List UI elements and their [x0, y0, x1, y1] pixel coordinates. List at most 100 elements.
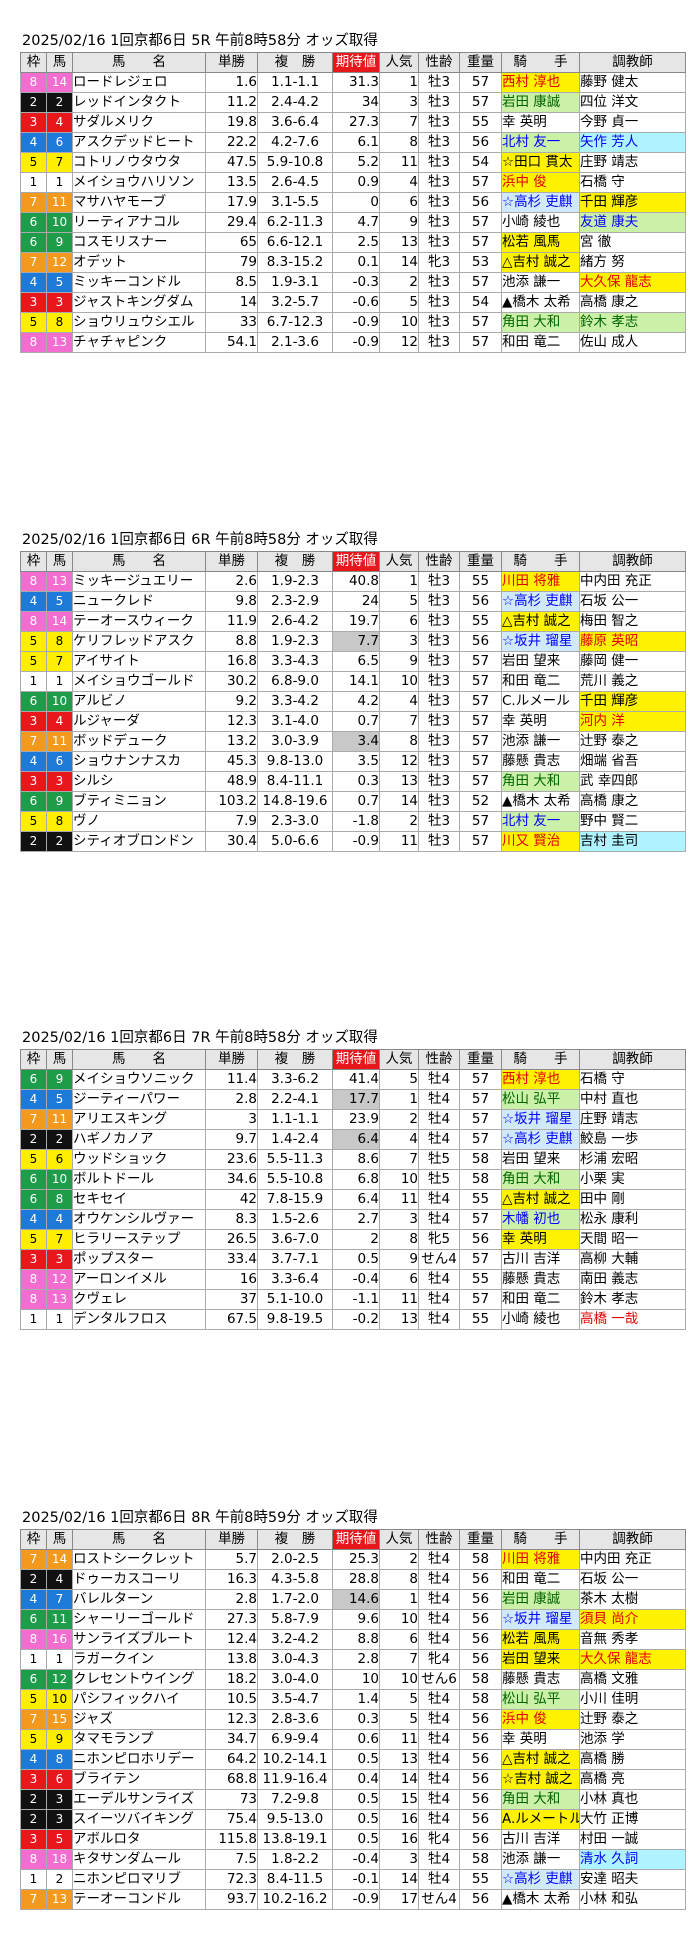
waku-cell: 8 [20, 571, 47, 592]
column-header: 枠 [20, 1529, 47, 1550]
trainer-cell: 鮫島 一歩 [579, 1129, 686, 1150]
win-odds-cell: 13.2 [205, 731, 258, 752]
popularity-cell: 4 [379, 1129, 419, 1150]
column-header: 馬 名 [72, 551, 206, 572]
column-header: 馬 名 [72, 52, 206, 73]
horse-name-cell: メイショウソニック [72, 1069, 206, 1090]
place-odds-cell: 8.3-15.2 [257, 252, 333, 273]
sex-age-cell: 牡4 [418, 1729, 460, 1750]
sex-age-cell: 牡3 [418, 72, 460, 93]
place-odds-cell: 3.0-4.0 [257, 1669, 333, 1690]
horse-number-cell: 4 [46, 1209, 73, 1230]
sex-age-cell: 牡3 [418, 751, 460, 772]
place-odds-cell: 5.1-10.0 [257, 1289, 333, 1310]
horse-number-cell: 6 [46, 1769, 73, 1790]
horse-name-cell: クヴェレ [72, 1289, 206, 1310]
place-odds-cell: 5.5-11.3 [257, 1149, 333, 1170]
jockey-cell: 木幡 初也 [501, 1209, 580, 1230]
horse-number-cell: 2 [46, 1129, 73, 1150]
weight-cell: 55 [459, 611, 502, 632]
win-odds-cell: 7.9 [205, 811, 258, 832]
win-odds-cell: 93.7 [205, 1889, 258, 1910]
trainer-cell: 武 幸四郎 [579, 771, 686, 792]
weight-cell: 56 [459, 1569, 502, 1590]
popularity-cell: 5 [379, 591, 419, 612]
horse-name-cell: ドゥーカスコーリ [72, 1569, 206, 1590]
jockey-cell: 池添 謙一 [501, 731, 580, 752]
table-row: 6 10 リーティアナコル 29.4 6.2-11.3 4.7 9 牡3 57 小崎 綾也 友道 康… [20, 212, 686, 233]
sex-age-cell: 牡3 [418, 232, 460, 253]
place-odds-cell: 2.3-2.9 [257, 591, 333, 612]
waku-cell: 6 [20, 1669, 47, 1690]
trainer-cell: 村田 一誠 [579, 1829, 686, 1850]
place-odds-cell: 14.8-19.6 [257, 791, 333, 812]
weight-cell: 55 [459, 1269, 502, 1290]
horse-name-cell: ポップスター [72, 1249, 206, 1270]
jockey-cell: ☆高杉 吏麒 [501, 1129, 580, 1150]
column-header: 重量 [459, 551, 502, 572]
waku-cell: 5 [20, 1149, 47, 1170]
column-header: 性齢 [418, 52, 460, 73]
weight-cell: 58 [459, 1149, 502, 1170]
win-odds-cell: 8.5 [205, 272, 258, 293]
jockey-cell: ☆坂井 瑠星 [501, 1109, 580, 1130]
table-row: 2 3 スイーツバイキング 75.4 9.5-13.0 0.5 16 牡4 56 A.ルメートル大… [20, 1809, 686, 1830]
expected-value-cell: 2.7 [332, 1209, 380, 1230]
jockey-cell: 和田 竜二 [501, 671, 580, 692]
trainer-cell: 南田 義志 [579, 1269, 686, 1290]
horse-name-cell: パシフィックハイ [72, 1689, 206, 1710]
horse-name-cell: オデット [72, 252, 206, 273]
horse-name-cell: ジャストキングダム [72, 292, 206, 313]
column-header: 性齢 [418, 1529, 460, 1550]
trainer-cell: 大久保 龍志 [579, 272, 686, 293]
win-odds-cell: 8.3 [205, 1209, 258, 1230]
table-row: 5 8 ショウリュウシエル 33 6.7-12.3 -0.9 10 牡3 57 角田 大和 鈴木 孝… [20, 312, 686, 333]
jockey-cell: 小崎 綾也 [501, 1309, 580, 1330]
place-odds-cell: 11.9-16.4 [257, 1769, 333, 1790]
waku-cell: 7 [20, 1889, 47, 1910]
table-row: 5 8 ヴノ 7.9 2.3-3.0 -1.8 2 牡3 57 北村 友一 野中 賢二 [20, 811, 686, 832]
sex-age-cell: 牡4 [418, 1849, 460, 1870]
horse-name-cell: テーオーコンドル [72, 1889, 206, 1910]
popularity-cell: 13 [379, 232, 419, 253]
expected-value-cell: -0.9 [332, 1889, 380, 1910]
table-header-row: 枠馬馬 名単勝複 勝期待値 人気 性齢 重量騎 手調教師 [20, 52, 686, 73]
trainer-cell: 中内田 充正 [579, 571, 686, 592]
trainer-cell: 辻野 泰之 [579, 1709, 686, 1730]
waku-cell: 4 [20, 1749, 47, 1770]
win-odds-cell: 12.3 [205, 1709, 258, 1730]
horse-name-cell: マサハヤモーブ [72, 192, 206, 213]
popularity-cell: 12 [379, 751, 419, 772]
waku-cell: 5 [20, 631, 47, 652]
jockey-cell: 古川 吉洋 [501, 1249, 580, 1270]
trainer-cell: 佐山 成人 [579, 332, 686, 353]
expected-value-cell: 0.3 [332, 771, 380, 792]
horse-name-cell: ボルトドール [72, 1169, 206, 1190]
table-row: 8 14 テーオースウィーク 11.9 2.6-4.2 19.7 6 牡3 55 △吉村 誠之 梅田… [20, 611, 686, 632]
jockey-cell: 岩田 望来 [501, 1149, 580, 1170]
popularity-cell: 8 [379, 1229, 419, 1250]
horse-number-cell: 3 [46, 1789, 73, 1810]
win-odds-cell: 9.7 [205, 1129, 258, 1150]
horse-name-cell: シルシ [72, 771, 206, 792]
expected-value-cell: 2 [332, 1229, 380, 1250]
trainer-cell: 須貝 尚介 [579, 1609, 686, 1630]
trainer-cell: 高橋 文雅 [579, 1669, 686, 1690]
expected-value-cell: 0.5 [332, 1789, 380, 1810]
jockey-cell: 幸 英明 [501, 112, 580, 133]
jockey-cell: 藤懸 貴志 [501, 1669, 580, 1690]
waku-cell: 3 [20, 1249, 47, 1270]
place-odds-cell: 10.2-14.1 [257, 1749, 333, 1770]
waku-cell: 7 [20, 1109, 47, 1130]
column-header: 性齢 [418, 551, 460, 572]
trainer-cell: 小川 佳明 [579, 1689, 686, 1710]
column-header: 複 勝 [257, 551, 333, 572]
table-row: 5 8 ケリフレッドアスク 8.8 1.9-2.3 7.7 3 牡3 56 ☆坂井 瑠星 藤原 英昭 [20, 631, 686, 652]
waku-cell: 6 [20, 212, 47, 233]
sex-age-cell: 牡3 [418, 272, 460, 293]
popularity-cell: 4 [379, 172, 419, 193]
waku-cell: 4 [20, 1589, 47, 1610]
jockey-cell: 藤懸 貴志 [501, 1269, 580, 1290]
popularity-cell: 2 [379, 1109, 419, 1130]
horse-number-cell: 8 [46, 631, 73, 652]
